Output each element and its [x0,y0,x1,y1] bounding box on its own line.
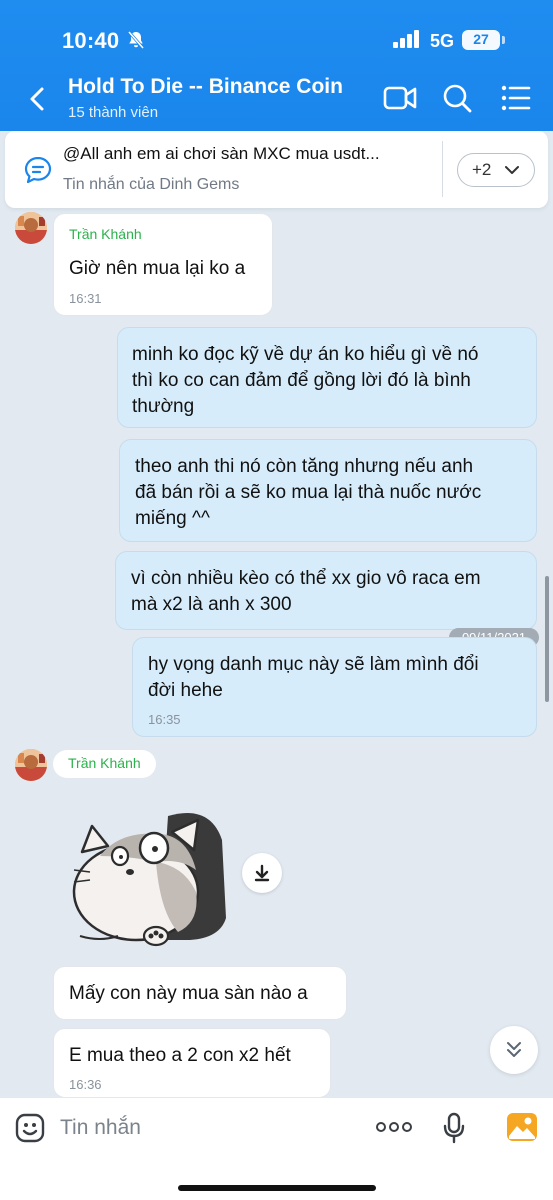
back-chevron-icon[interactable] [24,85,52,113]
pinned-message-bar[interactable]: @All anh em ai chơi sàn MXC mua usdt... … [5,131,548,208]
message-text: Giờ nên mua lại ko a [69,258,246,279]
list-menu-icon[interactable] [499,83,533,113]
message-text: Mấy con này mua sàn nào a [69,983,308,1004]
member-count[interactable]: 15 thành viên [68,104,158,121]
message-time: 16:36 [69,1077,102,1092]
message-time: 16:35 [148,712,181,727]
home-indicator [178,1185,376,1191]
more-options-icon[interactable] [376,1120,412,1134]
message-text: E mua theo a 2 con x2 hết [69,1045,291,1066]
double-chevron-down-icon [507,1042,521,1057]
image-gallery-icon[interactable] [506,1112,538,1142]
divider [442,141,443,197]
avatar[interactable] [15,749,47,781]
status-time: 10:40 [62,28,120,53]
sender-name[interactable]: Trần Khánh [69,226,142,242]
pinned-message-source: Tin nhắn của Dinh Gems [63,176,240,193]
chat-title[interactable]: Hold To Die -- Binance Coin [68,75,343,99]
message-bubble[interactable]: Trần Khánh Giờ nên mua lại ko a 16:31 [53,213,273,316]
message-bubble[interactable]: minh ko đọc kỹ về dự án ko hiểu gì về nó… [117,327,537,428]
message-time: 16:31 [69,291,102,306]
sender-name[interactable]: Trần Khánh [53,750,156,778]
chat-header: 10:40 5G 27 Hold To Die -- Binance Coin … [0,0,553,131]
search-icon[interactable] [441,83,475,113]
scroll-to-bottom-button[interactable] [490,1026,538,1074]
avatar[interactable] [15,212,47,244]
message-input[interactable]: Tin nhắn [60,1116,141,1140]
cat-sticker[interactable] [60,800,240,950]
message-bubble[interactable]: E mua theo a 2 con x2 hết 16:36 [53,1028,331,1098]
video-call-icon[interactable] [383,83,417,113]
download-icon [254,864,270,882]
microphone-icon[interactable] [442,1112,466,1144]
message-text: vì còn nhiều kèo có thể xx gio vô raca e… [131,568,481,615]
battery-icon: 27 [462,30,506,50]
chevron-down-icon [505,166,519,174]
message-bubble[interactable]: hy vọng danh mục này sẽ làm mình đổi đời… [132,637,537,737]
message-bubble[interactable]: Mấy con này mua sàn nào a [53,966,347,1020]
message-bubble[interactable]: vì còn nhiều kèo có thể xx gio vô raca e… [115,551,537,630]
download-button[interactable] [242,853,282,893]
emoji-sticker-icon[interactable] [15,1113,45,1143]
bell-muted-icon [127,31,145,49]
status-bar: 10:40 5G 27 [0,0,553,60]
message-text: hy vọng danh mục này sẽ làm mình đổi đời… [148,654,479,701]
scrollbar[interactable] [545,576,549,702]
more-pinned-button[interactable]: +2 [457,153,535,187]
message-text: theo anh thi nó còn tăng nhưng nếu anh đ… [135,456,482,529]
battery-level: 27 [473,31,489,47]
chat-bubble-icon [24,156,52,184]
pinned-message-text: @All anh em ai chơi sàn MXC mua usdt... [63,144,380,163]
message-text: minh ko đọc kỹ về dự án ko hiểu gì về nó… [132,344,479,417]
message-bubble[interactable]: theo anh thi nó còn tăng nhưng nếu anh đ… [119,439,537,542]
signal-icon [393,30,419,48]
network-type: 5G [430,31,455,51]
more-pinned-count: +2 [472,160,492,179]
